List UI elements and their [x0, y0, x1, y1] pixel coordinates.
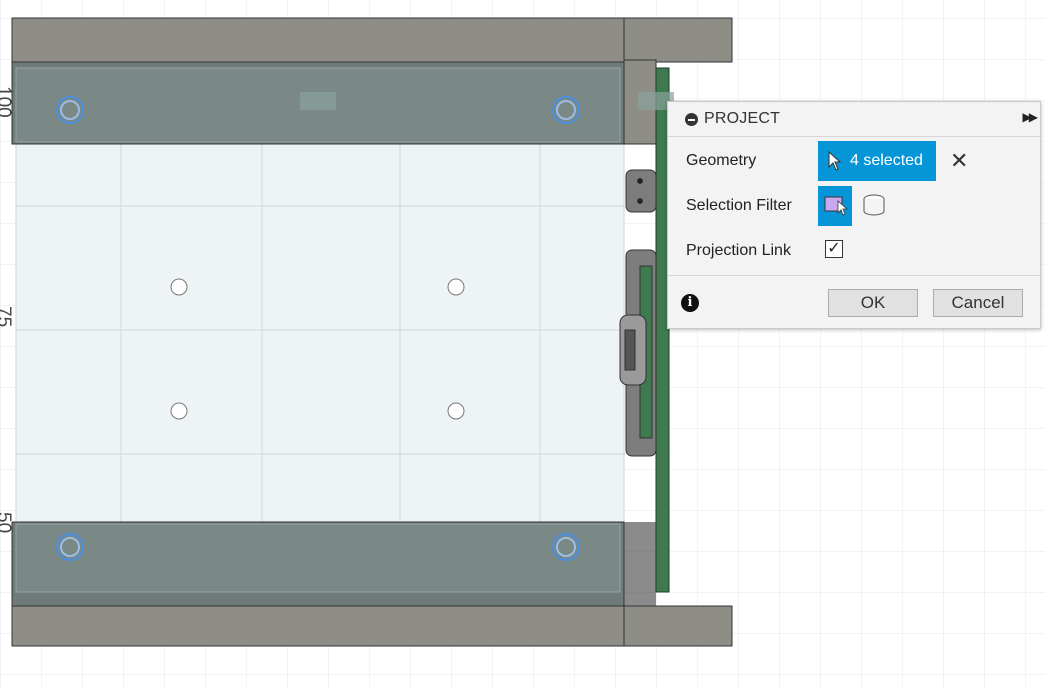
clear-selection-icon[interactable]: ✕ — [950, 148, 968, 174]
ok-button[interactable]: OK — [828, 289, 918, 317]
info-icon[interactable]: i — [681, 294, 699, 312]
expand-icon[interactable]: ▶▶ — [1023, 110, 1039, 124]
cancel-button[interactable]: Cancel — [933, 289, 1023, 317]
projection-link-label: Projection Link — [686, 242, 791, 259]
face-filter-icon — [824, 196, 849, 216]
filter-faces-button[interactable] — [818, 186, 852, 226]
geometry-selection-button[interactable]: 4 selected — [818, 141, 936, 181]
select-cursor-icon — [828, 151, 842, 171]
project-dialog: PROJECT ▶▶ Geometry 4 selected ✕ Selecti… — [667, 101, 1041, 329]
dialog-divider — [668, 275, 1040, 276]
ruler-label-50: 50 — [0, 512, 14, 534]
geometry-label: Geometry — [686, 152, 757, 169]
dialog-header[interactable]: PROJECT ▶▶ — [668, 102, 1040, 137]
dialog-title: PROJECT — [704, 110, 781, 127]
filter-bodies-button[interactable] — [862, 192, 890, 220]
selection-filter-label: Selection Filter — [686, 197, 792, 214]
collapse-icon[interactable] — [685, 113, 698, 126]
side-connectors — [619, 169, 657, 457]
body-filter-icon — [863, 194, 885, 216]
projection-link-checkbox[interactable]: ✓ — [825, 240, 843, 258]
geometry-selection-count: 4 selected — [850, 152, 923, 169]
ruler-label-100: 100 — [0, 86, 14, 118]
ruler-label-75: 75 — [0, 306, 14, 328]
